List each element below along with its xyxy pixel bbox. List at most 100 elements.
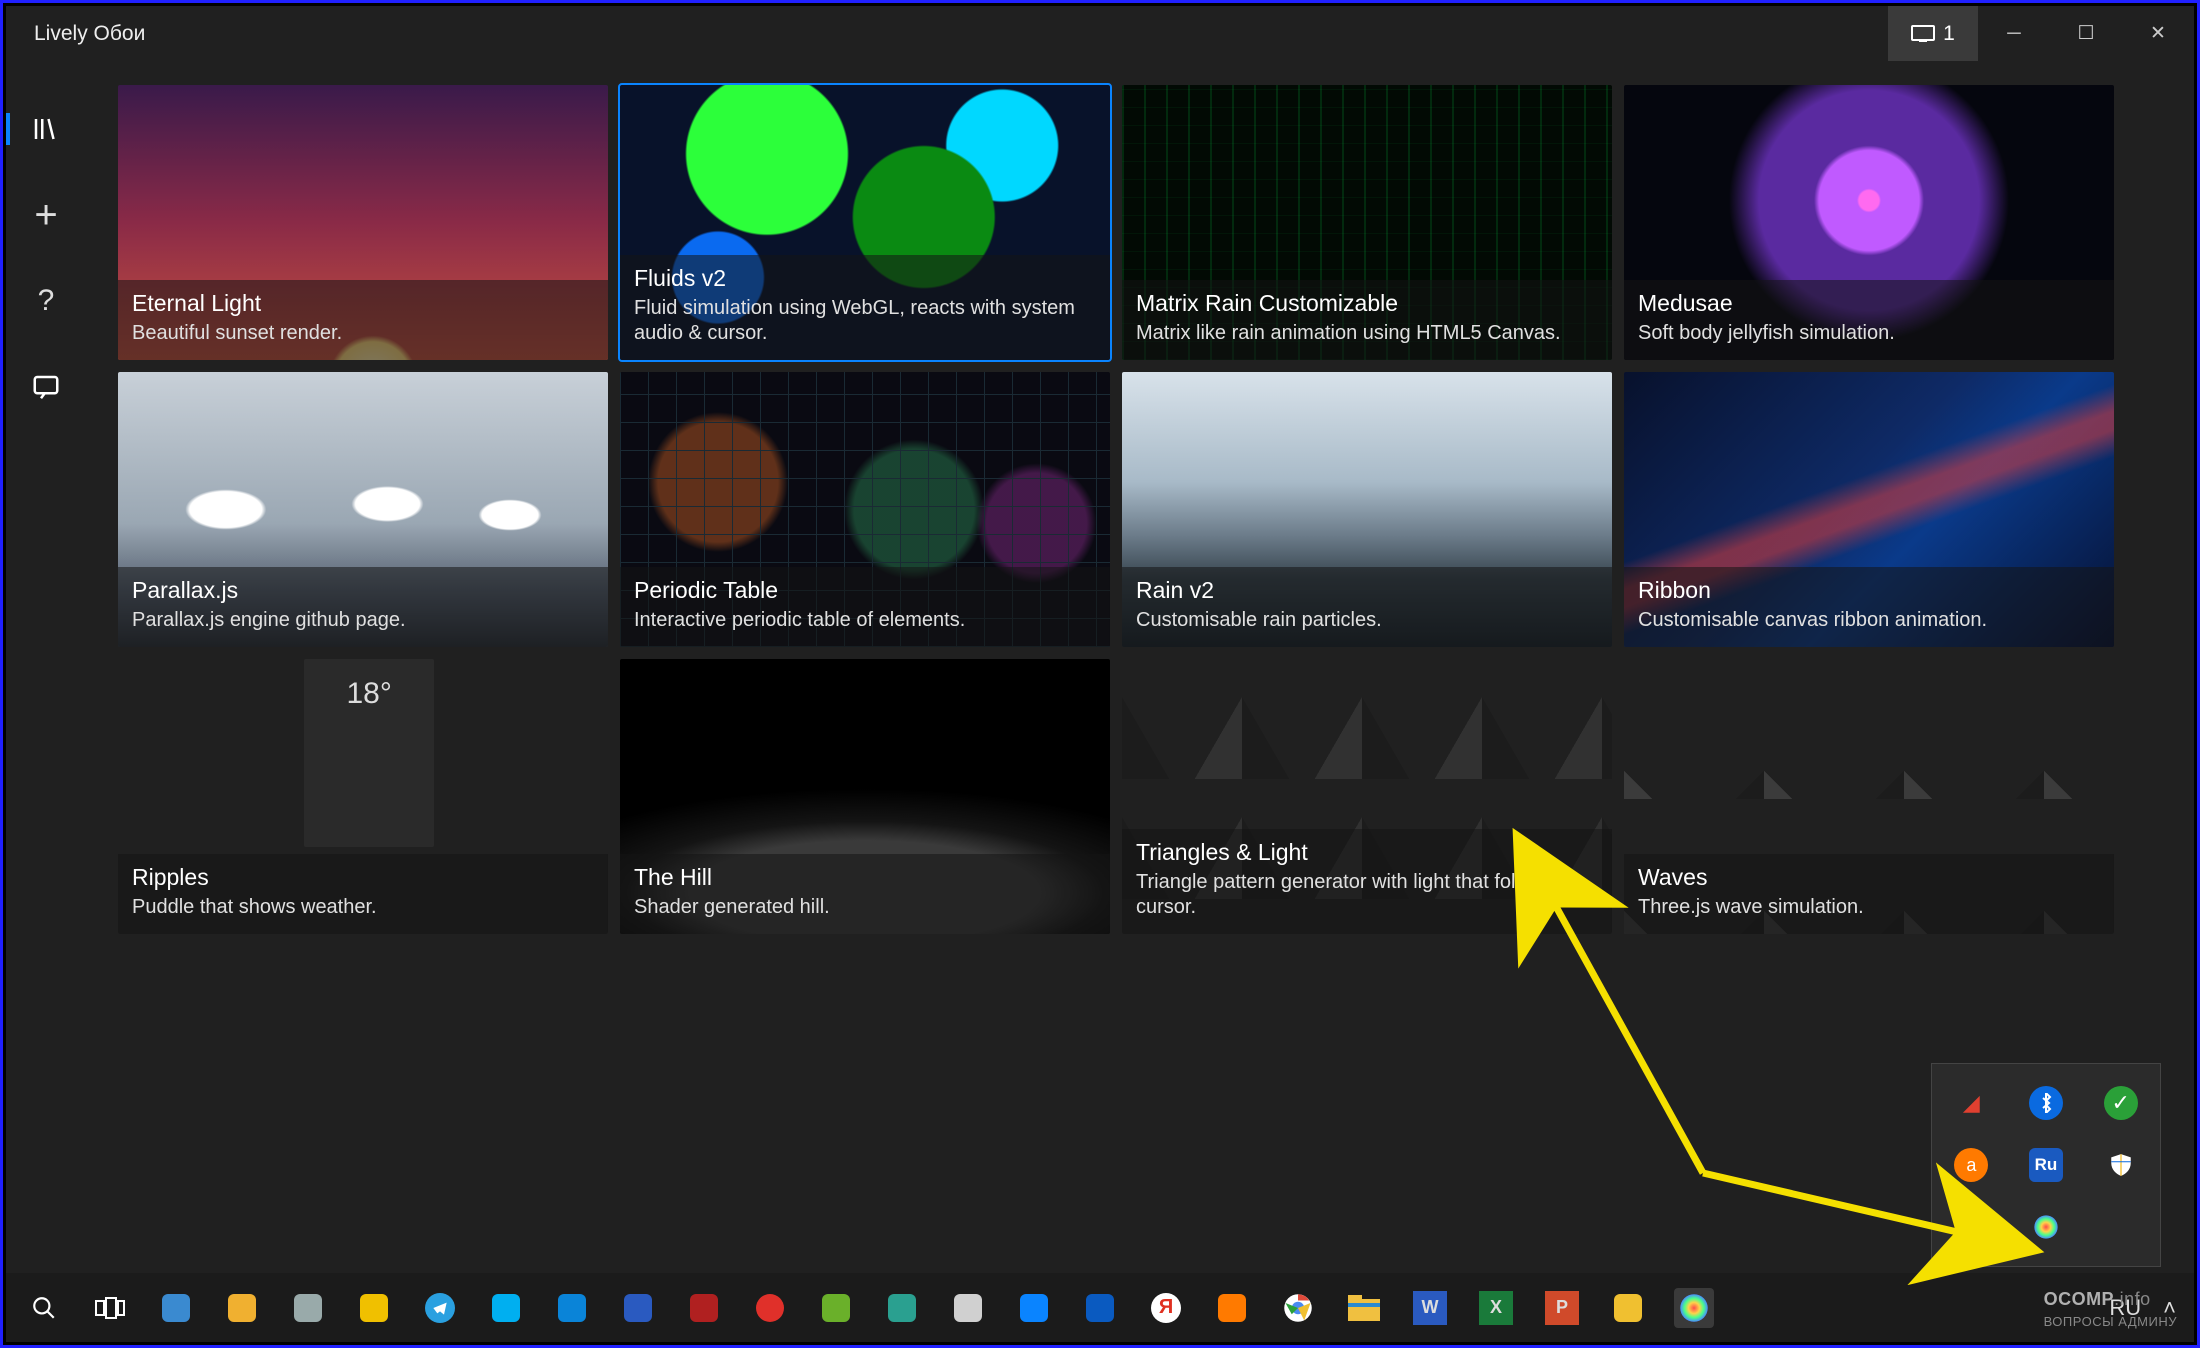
- wallpaper-title: Ribbon: [1638, 577, 2100, 604]
- taskbar-firefox-icon[interactable]: [1212, 1288, 1252, 1328]
- wallpaper-desc: Three.js wave simulation.: [1638, 895, 2100, 920]
- wallpaper-desc: Soft body jellyfish simulation.: [1638, 321, 2100, 346]
- maximize-button[interactable]: ☐: [2050, 6, 2122, 61]
- wallpaper-title: Matrix Rain Customizable: [1136, 290, 1598, 317]
- wallpaper-title: Waves: [1638, 864, 2100, 891]
- wallpaper-caption: The Hill Shader generated hill.: [620, 854, 1110, 934]
- display-selector[interactable]: 1: [1888, 6, 1978, 61]
- wallpaper-caption: Fluids v2 Fluid simulation using WebGL, …: [620, 255, 1110, 360]
- close-button[interactable]: ✕: [2122, 6, 2194, 61]
- taskbar-excel-icon[interactable]: X: [1476, 1288, 1516, 1328]
- taskbar-telegram-icon[interactable]: [420, 1288, 460, 1328]
- tray-bluetooth-icon[interactable]: [2029, 1086, 2063, 1120]
- tray-ru-badge-icon[interactable]: Ru: [2029, 1148, 2063, 1182]
- taskbar-explorer-icon[interactable]: [1344, 1288, 1384, 1328]
- taskbar-lively-icon[interactable]: [1674, 1288, 1714, 1328]
- wallpaper-card[interactable]: Eternal Light Beautiful sunset render.: [118, 85, 608, 360]
- title-bar: Lively Обои 1 ─ ☐ ✕: [6, 6, 2194, 61]
- wallpaper-desc: Customisable rain particles.: [1136, 608, 1598, 633]
- wallpaper-caption: Rain v2 Customisable rain particles.: [1122, 567, 1612, 647]
- wallpaper-desc: Triangle pattern generator with light th…: [1136, 870, 1598, 920]
- taskbar-edge-icon[interactable]: [552, 1288, 592, 1328]
- taskbar-app-teal-icon[interactable]: [882, 1288, 922, 1328]
- display-count: 1: [1943, 22, 1955, 46]
- sidebar-add-icon[interactable]: +: [26, 195, 66, 235]
- taskbar-lang-indicator[interactable]: RU: [2109, 1295, 2141, 1321]
- wallpaper-card[interactable]: Fluids v2 Fluid simulation using WebGL, …: [620, 85, 1110, 360]
- wallpaper-card[interactable]: Ribbon Customisable canvas ribbon animat…: [1624, 372, 2114, 647]
- minimize-button[interactable]: ─: [1978, 6, 2050, 61]
- taskbar-settings-ring-icon[interactable]: [288, 1288, 328, 1328]
- taskbar-tray-chevron-icon[interactable]: ˄: [2163, 1295, 2176, 1321]
- wallpaper-desc: Matrix like rain animation using HTML5 C…: [1136, 321, 1598, 346]
- wallpaper-caption: Periodic Table Interactive periodic tabl…: [620, 567, 1110, 647]
- wallpaper-title: The Hill: [634, 864, 1096, 891]
- wallpaper-title: Medusae: [1638, 290, 2100, 317]
- wallpaper-desc: Fluid simulation using WebGL, reacts wit…: [634, 296, 1096, 346]
- taskbar: Я WXP RU ˄: [6, 1273, 2194, 1342]
- taskbar-drive-doc-icon[interactable]: [1608, 1288, 1648, 1328]
- wallpaper-card[interactable]: Rain v2 Customisable rain particles.: [1122, 372, 1612, 647]
- wallpaper-title: Rain v2: [1136, 577, 1598, 604]
- taskbar-browser-o-icon[interactable]: [948, 1288, 988, 1328]
- taskbar-maxthon-icon[interactable]: [1080, 1288, 1120, 1328]
- sidebar-library-icon[interactable]: [26, 109, 66, 149]
- wallpaper-grid-area: Eternal Light Beautiful sunset render. F…: [86, 61, 2194, 1273]
- wallpaper-title: Fluids v2: [634, 265, 1096, 292]
- taskbar-chrome-icon[interactable]: [1278, 1288, 1318, 1328]
- taskbar-powerpoint-icon[interactable]: P: [1542, 1288, 1582, 1328]
- taskbar-save-icon[interactable]: [618, 1288, 658, 1328]
- taskbar-yandex-icon[interactable]: Я: [1146, 1288, 1186, 1328]
- tray-aimp-icon[interactable]: ◢: [1954, 1086, 1988, 1120]
- taskbar-app-green-icon[interactable]: [816, 1288, 856, 1328]
- wallpaper-desc: Parallax.js engine github page.: [132, 608, 594, 633]
- sidebar-help-icon[interactable]: ?: [26, 281, 66, 321]
- wallpaper-caption: Triangles & Light Triangle pattern gener…: [1122, 829, 1612, 934]
- taskbar-filezilla-icon[interactable]: [684, 1288, 724, 1328]
- wallpaper-caption: Eternal Light Beautiful sunset render.: [118, 280, 608, 360]
- taskbar-skype-icon[interactable]: [486, 1288, 526, 1328]
- wallpaper-card[interactable]: Periodic Table Interactive periodic tabl…: [620, 372, 1110, 647]
- wallpaper-card[interactable]: Triangles & Light Triangle pattern gener…: [1122, 659, 1612, 934]
- app-title: Lively Обои: [34, 22, 145, 46]
- window-buttons: 1 ─ ☐ ✕: [1888, 6, 2194, 61]
- wallpaper-card[interactable]: The Hill Shader generated hill.: [620, 659, 1110, 934]
- wallpaper-card[interactable]: Parallax.js Parallax.js engine github pa…: [118, 372, 608, 647]
- wallpaper-caption: Waves Three.js wave simulation.: [1624, 854, 2114, 934]
- wallpaper-title: Parallax.js: [132, 577, 594, 604]
- tray-avast-icon[interactable]: a: [1954, 1148, 1988, 1182]
- wallpaper-title: Periodic Table: [634, 577, 1096, 604]
- wallpaper-caption: Ripples Puddle that shows weather.: [118, 854, 608, 934]
- wallpaper-title: Triangles & Light: [1136, 839, 1598, 866]
- wallpaper-desc: Customisable canvas ribbon animation.: [1638, 608, 2100, 633]
- taskbar-word-icon[interactable]: W: [1410, 1288, 1450, 1328]
- sidebar-feedback-icon[interactable]: [26, 367, 66, 407]
- taskbar-potplayer-icon[interactable]: [354, 1288, 394, 1328]
- wallpaper-desc: Beautiful sunset render.: [132, 321, 594, 346]
- taskbar-qbittorrent-icon[interactable]: [156, 1288, 196, 1328]
- taskbar-app-gold-icon[interactable]: [222, 1288, 262, 1328]
- taskbar-search-icon[interactable]: [24, 1288, 64, 1328]
- system-tray-popup[interactable]: ◢ ✓ a Ru: [1931, 1063, 2161, 1267]
- wallpaper-desc: Shader generated hill.: [634, 895, 1096, 920]
- wallpaper-caption: Parallax.js Parallax.js engine github pa…: [118, 567, 608, 647]
- wallpaper-desc: Interactive periodic table of elements.: [634, 608, 1096, 633]
- taskbar-firefox-dev-icon[interactable]: [1014, 1288, 1054, 1328]
- taskbar-opera-icon[interactable]: [750, 1288, 790, 1328]
- tray-defender-icon[interactable]: [2104, 1148, 2138, 1182]
- wallpaper-caption: Medusae Soft body jellyfish simulation.: [1624, 280, 2114, 360]
- wallpaper-caption: Ribbon Customisable canvas ribbon animat…: [1624, 567, 2114, 647]
- wallpaper-caption: Matrix Rain Customizable Matrix like rai…: [1122, 280, 1612, 360]
- tray-shield-ok-icon[interactable]: ✓: [2104, 1086, 2138, 1120]
- sidebar: + ?: [6, 61, 86, 1273]
- tray-lively-icon[interactable]: [2029, 1210, 2063, 1244]
- taskbar-taskview-icon[interactable]: [90, 1288, 130, 1328]
- wallpaper-card[interactable]: Medusae Soft body jellyfish simulation.: [1624, 85, 2114, 360]
- wallpaper-title: Ripples: [132, 864, 594, 891]
- wallpaper-card[interactable]: Matrix Rain Customizable Matrix like rai…: [1122, 85, 1612, 360]
- wallpaper-card[interactable]: Waves Three.js wave simulation.: [1624, 659, 2114, 934]
- wallpaper-desc: Puddle that shows weather.: [132, 895, 594, 920]
- tray-mobile-icon[interactable]: [1954, 1210, 1988, 1244]
- app-window: Lively Обои 1 ─ ☐ ✕ + ? Eternal Light Be…: [6, 6, 2194, 1273]
- wallpaper-card[interactable]: Ripples Puddle that shows weather.: [118, 659, 608, 934]
